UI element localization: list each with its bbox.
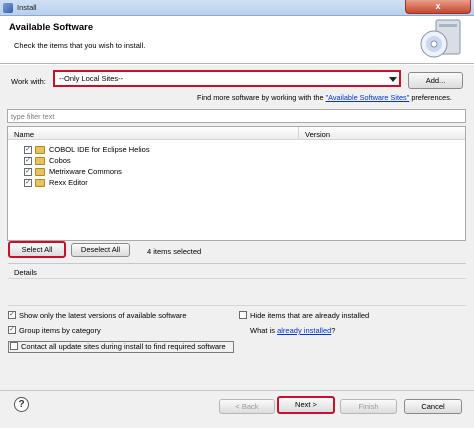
available-software-sites-link[interactable]: "Available Software Sites"	[326, 93, 410, 102]
find-more-text: Find more software by working with the "…	[197, 93, 452, 102]
details-area	[8, 278, 466, 306]
deselect-all-button[interactable]: Deselect All	[71, 243, 130, 257]
option-label: Group items by category	[19, 326, 101, 335]
next-button[interactable]: Next >	[277, 396, 335, 414]
option-label: Hide items that are already installed	[250, 311, 370, 320]
find-more-suffix: preferences.	[409, 93, 452, 102]
software-tree[interactable]: Name Version ✓ COBOL IDE for Eclipse Hel…	[7, 126, 466, 241]
checkbox[interactable]	[10, 342, 18, 350]
category-folder-icon	[35, 168, 45, 176]
add-site-button[interactable]: Add...	[408, 72, 463, 89]
finish-button[interactable]: Finish	[340, 399, 397, 414]
checkbox[interactable]: ✓	[8, 326, 16, 334]
option-hide-installed[interactable]: Hide items that are already installed	[239, 311, 429, 321]
option-row[interactable]: Contact all update sites during install …	[10, 342, 232, 352]
filter-placeholder: type filter text	[11, 112, 55, 121]
checkbox[interactable]: ✓	[8, 311, 16, 319]
option-latest-versions[interactable]: ✓ Show only the latest versions of avail…	[8, 311, 238, 321]
column-divider	[298, 127, 299, 140]
page-subtitle: Check the items that you wish to install…	[14, 41, 146, 50]
work-with-value: --Only Local Sites--	[59, 74, 124, 83]
install-cd-icon	[420, 19, 461, 58]
option-group-by-category[interactable]: ✓ Group items by category	[8, 326, 158, 336]
tree-item[interactable]: ✓ Metrixware Commons	[24, 167, 284, 177]
tree-item[interactable]: ✓ COBOL IDE for Eclipse Helios	[24, 145, 284, 155]
cancel-button[interactable]: Cancel	[404, 399, 462, 414]
details-divider	[8, 263, 466, 264]
chevron-down-icon[interactable]	[389, 77, 397, 82]
category-folder-icon	[35, 157, 45, 165]
back-button[interactable]: < Back	[219, 399, 275, 414]
checkbox[interactable]: ✓	[24, 146, 32, 154]
help-icon[interactable]: ?	[14, 397, 29, 412]
already-installed-link[interactable]: already installed	[277, 326, 331, 335]
select-all-button[interactable]: Select All	[8, 241, 66, 258]
option-label: Contact all update sites during install …	[21, 342, 226, 351]
work-with-label: Work with:	[11, 77, 46, 86]
tree-item-label: Rexx Editor	[49, 178, 88, 187]
filter-input[interactable]: type filter text	[7, 109, 466, 123]
option-contact-update-sites[interactable]: Contact all update sites during install …	[8, 341, 234, 353]
tree-item[interactable]: ✓ Cobos	[24, 156, 284, 166]
work-with-combo[interactable]: --Only Local Sites--	[53, 70, 401, 87]
title-bar	[0, 0, 474, 16]
category-folder-icon	[35, 179, 45, 187]
install-app-icon	[3, 3, 13, 13]
checkbox[interactable]: ✓	[24, 179, 32, 187]
page-title: Available Software	[9, 22, 94, 33]
selection-count: 4 items selected	[147, 247, 202, 256]
checkbox[interactable]: ✓	[24, 157, 32, 165]
what-is-prefix: What is	[250, 326, 278, 335]
what-is-installed-text: What is already installed?	[250, 326, 335, 335]
window-title: Install	[17, 3, 37, 12]
find-more-prefix: Find more software by working with the	[197, 93, 326, 102]
column-name[interactable]: Name	[14, 130, 34, 139]
option-label: Show only the latest versions of availab…	[19, 311, 187, 320]
column-version[interactable]: Version	[305, 130, 330, 139]
what-is-suffix: ?	[331, 326, 336, 335]
tree-item-label: Cobos	[49, 156, 71, 165]
checkbox[interactable]: ✓	[24, 168, 32, 176]
window-close-button[interactable]: x	[405, 0, 471, 14]
details-label: Details	[14, 268, 37, 277]
tree-item[interactable]: ✓ Rexx Editor	[24, 178, 284, 188]
checkbox[interactable]	[239, 311, 247, 319]
tree-item-label: Metrixware Commons	[49, 167, 122, 176]
tree-header: Name Version	[8, 127, 465, 140]
tree-item-label: COBOL IDE for Eclipse Helios	[49, 145, 150, 154]
category-folder-icon	[35, 146, 45, 154]
